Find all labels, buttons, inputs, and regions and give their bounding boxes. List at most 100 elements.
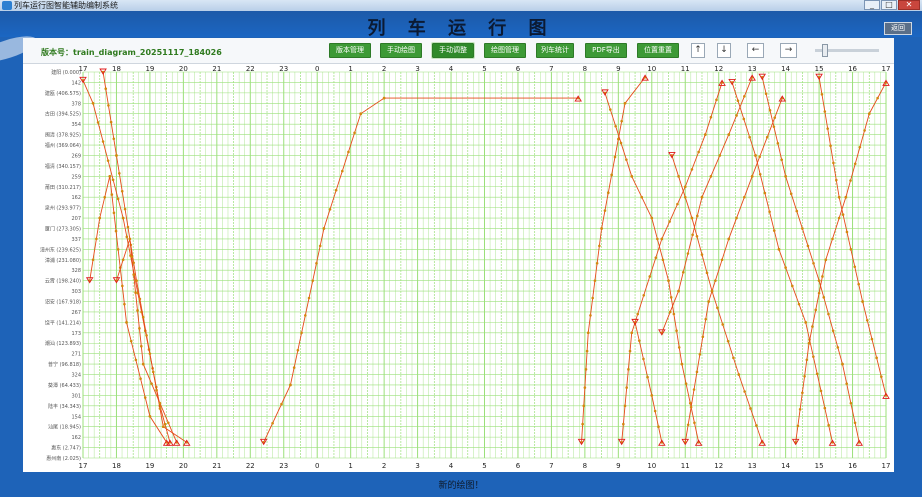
stop-marker: [727, 237, 731, 241]
hour-tick-label: 14: [781, 65, 790, 73]
hour-tick-label: 19: [145, 462, 154, 470]
hour-tick-label: 9: [616, 65, 620, 73]
station-label: 154: [71, 414, 81, 420]
stop-marker: [727, 133, 731, 136]
stop-marker: [827, 423, 830, 427]
train-stats-button[interactable]: 列车统计: [536, 43, 574, 58]
hour-tick-label: 5: [482, 462, 486, 470]
stop-marker: [584, 368, 588, 371]
stop-marker: [292, 366, 296, 369]
stop-marker: [167, 421, 170, 425]
stop-marker: [689, 405, 693, 409]
stop-marker: [742, 117, 746, 121]
station-label: 337: [71, 237, 81, 243]
scroll-left-button[interactable]: ←: [747, 43, 764, 58]
stop-marker: [610, 173, 613, 177]
scroll-down-button[interactable]: ↓: [717, 43, 731, 58]
stop-marker: [107, 104, 110, 107]
stop-marker: [130, 255, 134, 259]
hour-tick-label: 15: [815, 65, 824, 73]
stop-marker: [155, 388, 158, 392]
version-manage-button[interactable]: 版本管理: [329, 43, 371, 58]
zoom-slider-thumb[interactable]: [821, 44, 828, 57]
hour-tick-label: 17: [79, 462, 88, 470]
station-label: 378: [71, 101, 81, 107]
stop-marker: [768, 108, 772, 112]
pdf-export-button[interactable]: PDF导出: [585, 43, 627, 58]
stop-marker: [135, 279, 138, 282]
stop-marker: [271, 421, 274, 425]
station-label: 葵潭 (64.433): [48, 382, 81, 389]
stop-marker: [108, 175, 112, 178]
stop-marker: [296, 348, 300, 352]
hour-tick-label: 20: [179, 65, 188, 73]
diagram-manage-button[interactable]: 绘图管理: [484, 43, 526, 58]
stop-marker: [661, 258, 665, 262]
stop-marker: [844, 195, 848, 199]
stop-marker: [814, 308, 818, 312]
stop-marker: [861, 300, 864, 303]
station-label: 厦门 (273.305): [45, 225, 81, 232]
manual-draw-button[interactable]: 手动绘图: [380, 43, 422, 58]
minimize-button[interactable]: _: [864, 0, 880, 10]
window-titlebar: 列车运行图智能辅助编制系统 _ □ ✕: [0, 0, 922, 11]
stop-marker: [110, 193, 114, 196]
stop-marker: [735, 216, 738, 220]
stop-marker: [784, 175, 787, 178]
stop-marker: [743, 390, 746, 393]
stop-marker: [837, 216, 841, 220]
stop-marker: [718, 154, 722, 157]
stop-marker: [849, 179, 852, 182]
stop-marker: [595, 261, 599, 265]
station-label: 324: [71, 373, 81, 379]
hour-tick-label: 23: [279, 65, 288, 73]
stop-marker: [627, 368, 630, 371]
stop-marker: [123, 302, 126, 306]
stop-marker: [311, 279, 315, 282]
stop-marker: [653, 409, 657, 413]
train-path: [102, 71, 187, 443]
hour-tick-label: 19: [145, 65, 154, 73]
stop-marker: [625, 386, 628, 389]
stop-marker: [680, 362, 684, 366]
stop-marker: [315, 261, 318, 265]
stop-marker: [826, 127, 829, 130]
stop-marker: [111, 178, 115, 182]
stop-marker: [115, 154, 118, 157]
maximize-button[interactable]: □: [881, 0, 897, 10]
stop-marker: [693, 421, 696, 425]
station-label: 173: [71, 331, 81, 337]
stop-marker: [758, 172, 762, 176]
hour-tick-label: 17: [882, 65, 891, 73]
stop-marker: [695, 370, 699, 374]
scroll-up-button[interactable]: ↑: [691, 43, 705, 58]
hour-tick-label: 10: [647, 462, 656, 470]
hour-tick-label: 21: [212, 65, 221, 73]
stop-marker: [120, 189, 124, 193]
stop-marker: [121, 258, 125, 262]
station-label: 162: [71, 195, 81, 201]
train-diagram[interactable]: 1717181819192020212122222323001122334455…: [23, 64, 894, 472]
stop-marker: [823, 110, 827, 113]
stop-marker: [116, 248, 120, 251]
stop-marker: [598, 244, 601, 248]
stop-marker: [318, 244, 322, 248]
stop-marker: [134, 291, 137, 294]
hour-tick-label: 11: [681, 65, 690, 73]
manual-adjust-button[interactable]: 手动调整: [431, 42, 475, 59]
stop-marker: [654, 256, 658, 259]
stop-marker: [749, 407, 752, 410]
stop-marker: [158, 401, 162, 405]
stop-marker: [622, 422, 625, 426]
back-button[interactable]: 返回: [884, 22, 912, 35]
reset-position-button[interactable]: 位置重置: [637, 43, 679, 58]
scroll-right-button[interactable]: →: [780, 43, 797, 58]
stop-marker: [834, 178, 838, 182]
stop-marker: [382, 96, 386, 100]
hour-tick-label: 8: [583, 462, 587, 470]
stop-marker: [583, 386, 587, 389]
stop-marker: [709, 115, 713, 119]
hour-tick-label: 5: [482, 65, 486, 73]
close-button[interactable]: ✕: [898, 0, 920, 10]
stop-marker: [763, 191, 767, 195]
